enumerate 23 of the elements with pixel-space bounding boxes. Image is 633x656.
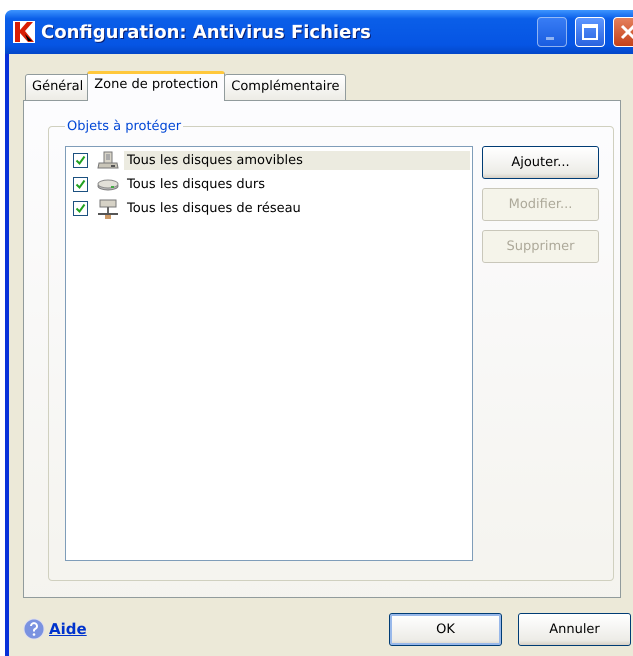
dialog-button[interactable]: OK <box>389 612 502 646</box>
help-icon <box>23 618 45 640</box>
app-logo-icon <box>13 21 35 43</box>
maximize-button[interactable] <box>575 17 605 47</box>
removable-drive-icon <box>96 150 120 172</box>
action-button[interactable]: Ajouter... <box>482 146 599 179</box>
network-drive-icon <box>96 198 120 220</box>
minimize-button[interactable] <box>537 17 567 47</box>
tab[interactable]: Zone de protection <box>87 71 226 101</box>
dialog-button[interactable]: Annuler <box>518 612 631 646</box>
close-icon <box>620 24 633 40</box>
list-item[interactable]: Tous les disques amovibles <box>124 151 470 170</box>
minimize-icon <box>546 36 554 40</box>
maximize-icon <box>582 24 598 40</box>
list-item[interactable]: Tous les disques durs <box>124 175 470 194</box>
tab[interactable]: Complémentaire <box>224 74 346 100</box>
checkbox[interactable] <box>73 177 88 192</box>
group-title: Objets à protéger <box>66 119 182 134</box>
list-item[interactable]: Tous les disques de réseau <box>124 199 470 218</box>
window-title: Configuration: Antivirus Fichiers <box>41 22 372 42</box>
checkbox[interactable] <box>73 153 88 168</box>
help-link[interactable]: Aide <box>49 620 87 638</box>
checkbox[interactable] <box>73 201 88 216</box>
